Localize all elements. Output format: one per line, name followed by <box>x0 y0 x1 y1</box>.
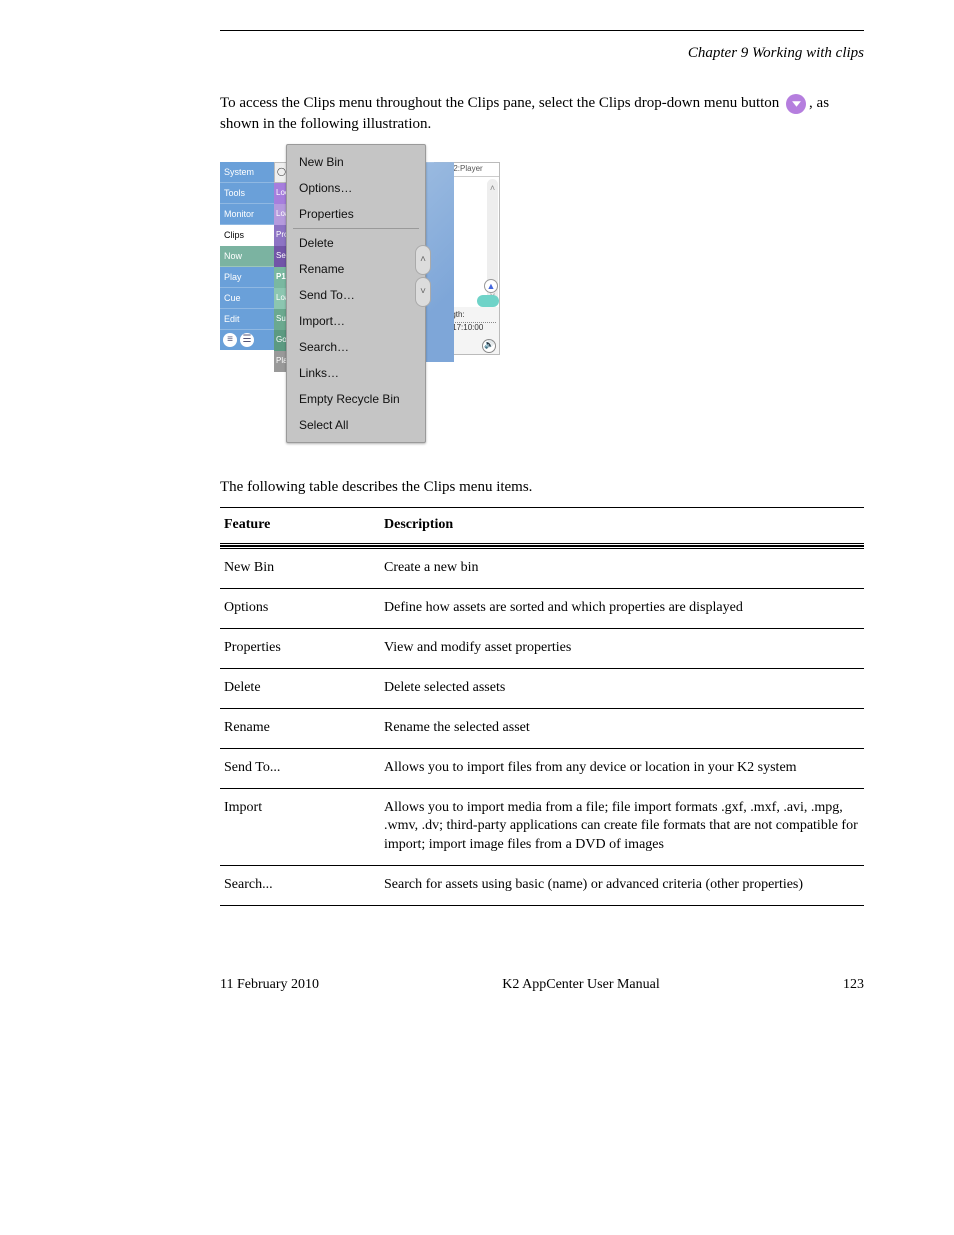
menu-item-search[interactable]: Search… <box>289 334 423 360</box>
intro-paragraph: To access the Clips menu throughout the … <box>220 93 864 134</box>
dropdown-icon <box>786 94 806 114</box>
table-row: Rename Rename the selected asset <box>220 708 864 748</box>
player-eject-icon[interactable]: ▲ <box>484 279 498 293</box>
sidebar-item-edit[interactable]: Edit <box>220 309 274 330</box>
description-cell: Search for assets using basic (name) or … <box>380 866 864 906</box>
menu-item-options[interactable]: Options… <box>289 175 423 201</box>
table-row: Send To... Allows you to import files fr… <box>220 748 864 788</box>
table-row: Options Define how assets are sorted and… <box>220 589 864 629</box>
menu-item-select-all[interactable]: Select All <box>289 412 423 438</box>
feature-cell: New Bin <box>220 548 380 589</box>
feature-cell: Options <box>220 589 380 629</box>
table-row: Delete Delete selected assets <box>220 668 864 708</box>
clips-menu-table: Feature Description New Bin Create a new… <box>220 507 864 906</box>
sidebar: System Tools Monitor Clips Now Play Cue … <box>220 162 274 350</box>
sidebar-item-tools[interactable]: Tools <box>220 183 274 204</box>
intro-text: To access the Clips menu throughout the … <box>220 95 779 111</box>
chevron-up-icon: ˄ <box>490 182 495 194</box>
feature-cell: Properties <box>220 628 380 668</box>
player-chip[interactable] <box>477 295 499 307</box>
footer-page: 123 <box>843 976 864 995</box>
description-cell: Rename the selected asset <box>380 708 864 748</box>
feature-cell: Search... <box>220 866 380 906</box>
sidebar-icon-b[interactable]: ☰ <box>240 333 254 347</box>
menu-item-links[interactable]: Links… <box>289 360 423 386</box>
menu-item-properties[interactable]: Properties <box>289 201 423 227</box>
sidebar-item-system[interactable]: System <box>220 162 274 183</box>
description-cell: Create a new bin <box>380 548 864 589</box>
table-row: New Bin Create a new bin <box>220 548 864 589</box>
clips-menu-figure: System Tools Monitor Clips Now Play Cue … <box>220 144 500 459</box>
menu-item-new-bin[interactable]: New Bin <box>289 149 423 175</box>
speaker-icon[interactable]: 🔊 <box>482 339 496 353</box>
sidebar-item-play[interactable]: Play <box>220 267 274 288</box>
sidebar-item-monitor[interactable]: Monitor <box>220 204 274 225</box>
sidebar-icon-a[interactable]: ≡ <box>223 333 237 347</box>
menu-scroll-up[interactable]: ˄ <box>415 245 431 275</box>
sidebar-item-clips[interactable]: Clips <box>220 225 274 246</box>
footer-date: 11 February 2010 <box>220 976 319 995</box>
table-row: Import Allows you to import media from a… <box>220 788 864 866</box>
footer-product: K2 AppCenter User Manual <box>502 976 659 995</box>
description-cell: Allows you to import media from a file; … <box>380 788 864 866</box>
description-cell: Allows you to import files from any devi… <box>380 748 864 788</box>
table-intro: The following table describes the Clips … <box>220 477 864 497</box>
page-footer: 11 February 2010 K2 AppCenter User Manua… <box>220 976 864 995</box>
menu-item-rename[interactable]: Rename <box>289 256 423 282</box>
menu-separator <box>293 228 419 229</box>
feature-cell: Import <box>220 788 380 866</box>
menu-item-delete[interactable]: Delete <box>289 230 423 256</box>
sidebar-iconrow: ≡ ☰ <box>220 330 274 350</box>
page-header: Chapter 9 Working with clips <box>220 43 864 63</box>
menu-item-send-to[interactable]: Send To… <box>289 282 423 308</box>
table-row: Properties View and modify asset propert… <box>220 628 864 668</box>
sidebar-item-now[interactable]: Now <box>220 246 274 267</box>
th-feature: Feature <box>220 508 380 545</box>
feature-cell: Send To... <box>220 748 380 788</box>
description-cell: Delete selected assets <box>380 668 864 708</box>
th-description: Description <box>380 508 864 545</box>
chapter-title: Chapter 9 Working with clips <box>688 43 864 63</box>
menu-item-import[interactable]: Import… <box>289 308 423 334</box>
feature-cell: Rename <box>220 708 380 748</box>
sidebar-item-cue[interactable]: Cue <box>220 288 274 309</box>
table-row: Search... Search for assets using basic … <box>220 866 864 906</box>
menu-item-empty-recycle[interactable]: Empty Recycle Bin <box>289 386 423 412</box>
clips-dropdown-menu: New Bin Options… Properties Delete Renam… <box>286 144 426 443</box>
menu-scroll-down[interactable]: ˅ <box>415 277 431 307</box>
feature-cell: Delete <box>220 668 380 708</box>
description-cell: View and modify asset properties <box>380 628 864 668</box>
description-cell: Define how assets are sorted and which p… <box>380 589 864 629</box>
